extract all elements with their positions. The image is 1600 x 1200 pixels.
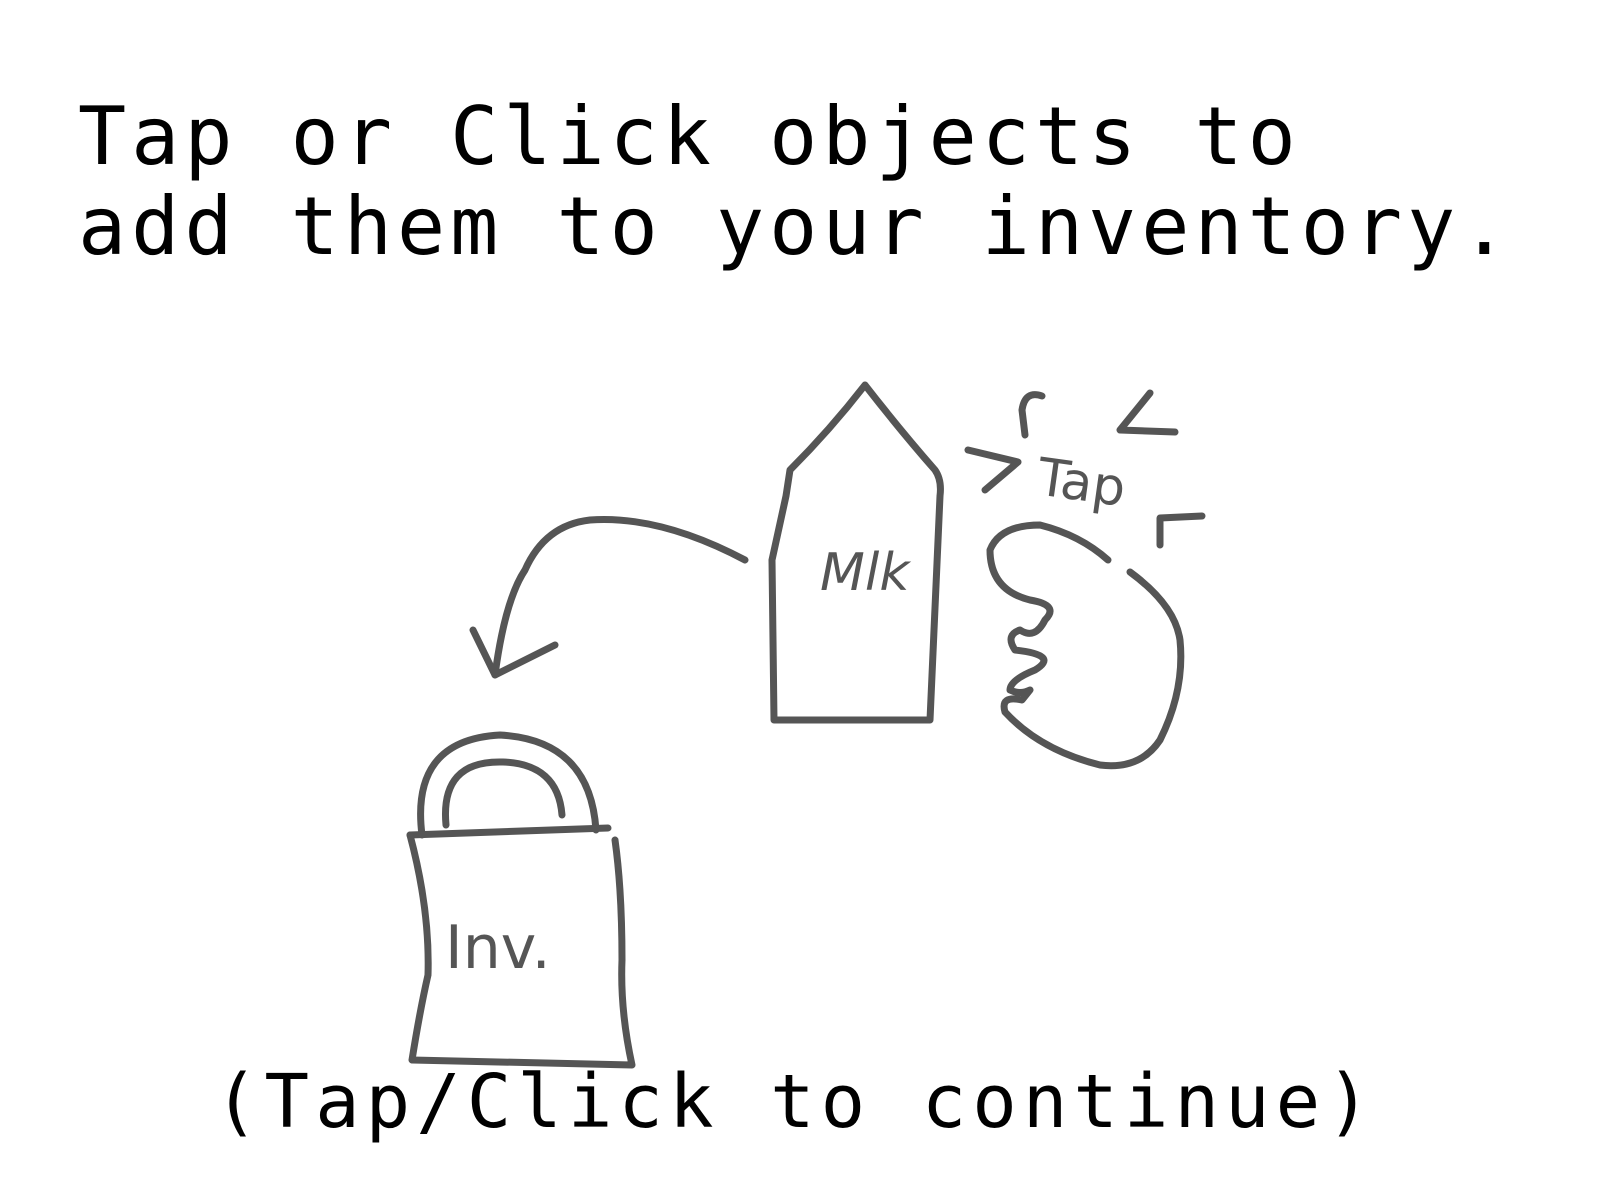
tutorial-screen[interactable]: Tap or Click objects to add them to your… <box>0 0 1600 1200</box>
arrow-icon <box>469 516 749 679</box>
milk-carton-icon: Mlk <box>768 381 944 724</box>
continue-prompt[interactable]: (Tap/Click to continue) <box>214 1060 1377 1144</box>
tutorial-illustration: Mlk Tap Inv. <box>406 381 1206 1069</box>
tap-label: Tap <box>1033 447 1130 519</box>
inventory-bag-icon: Inv. <box>406 731 636 1069</box>
pointing-hand-icon <box>986 521 1185 770</box>
bag-label: Inv. <box>445 913 551 983</box>
tap-burst-icon: Tap <box>964 389 1206 549</box>
carton-label: Mlk <box>820 543 911 603</box>
